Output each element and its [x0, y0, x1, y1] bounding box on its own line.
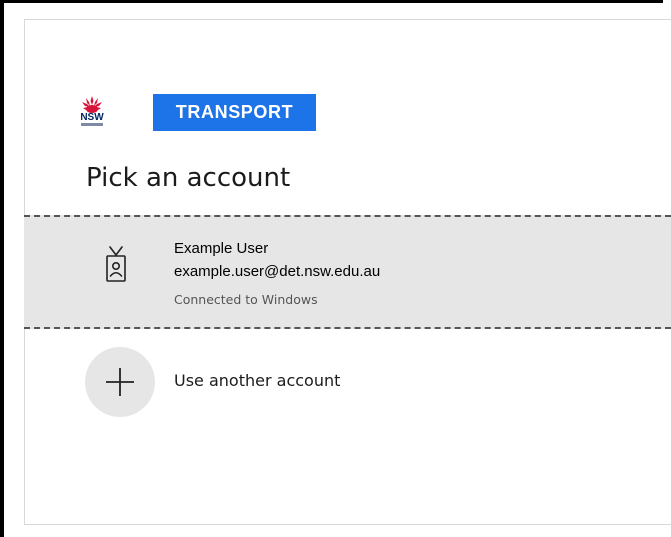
nsw-wordmark: NSW [80, 112, 104, 123]
page-title: Pick an account [86, 163, 291, 193]
use-another-account-button[interactable]: Use another account [24, 339, 671, 427]
account-status: Connected to Windows [174, 292, 318, 307]
id-badge-icon [106, 246, 126, 282]
account-name: Example User [174, 240, 269, 257]
transport-logo: TRANSPORT [153, 94, 316, 131]
nsw-logo: NSW [80, 92, 104, 132]
account-email: example.user@det.nsw.edu.au [174, 263, 381, 280]
plus-icon [106, 368, 134, 396]
use-another-account-label: Use another account [174, 371, 341, 390]
plus-circle [85, 347, 155, 417]
account-tile[interactable]: Example User example.user@det.nsw.edu.au… [24, 215, 671, 329]
nsw-subtext [81, 123, 103, 126]
